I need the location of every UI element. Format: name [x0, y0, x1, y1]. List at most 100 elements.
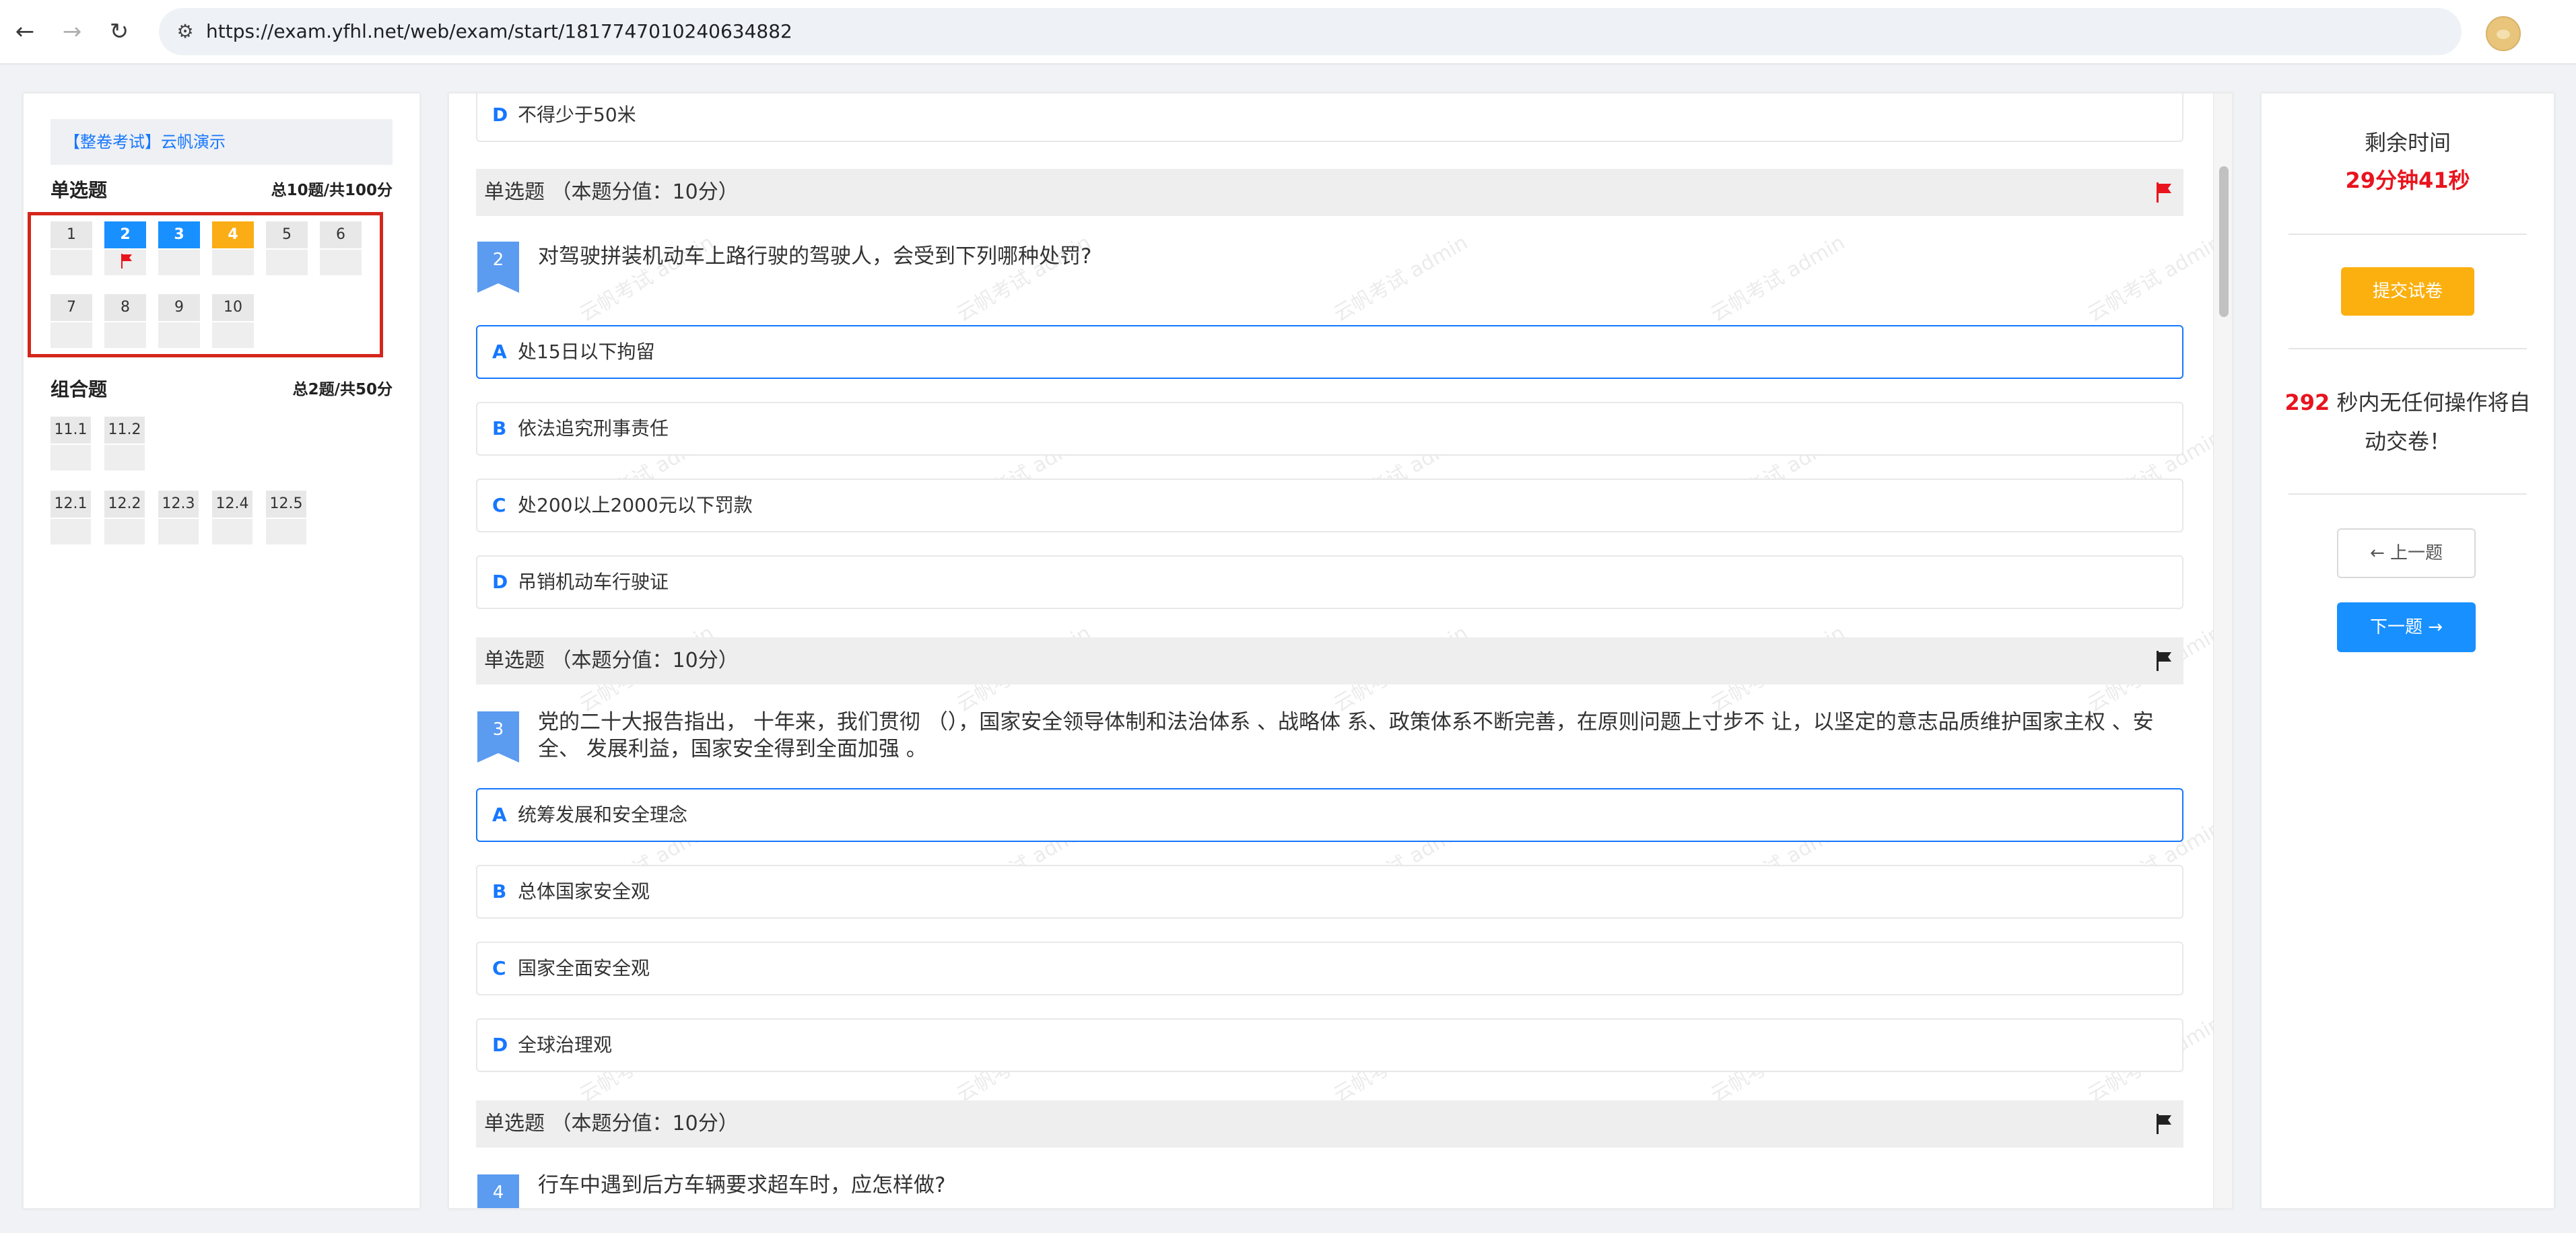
combo-section-title: 组合题 [50, 378, 108, 400]
idle-seconds: 292 [2284, 390, 2330, 415]
option-q2-c[interactable]: C 处200以上2000元以下罚款 [476, 479, 2183, 532]
option-q2-b[interactable]: B 依法追究刑事责任 [476, 402, 2183, 456]
question-number-9[interactable]: 9 [158, 294, 200, 348]
option-text: 处15日以下拘留 [518, 341, 655, 363]
question-number-label: 12.5 [266, 491, 306, 519]
question-number-5[interactable]: 5 [266, 221, 308, 275]
question-number-label: 9 [158, 294, 200, 322]
browser-toolbar: ← → ↻ ⚙ https://exam.yfhl.net/web/exam/s… [0, 0, 2576, 65]
option-q3-b[interactable]: B 总体国家安全观 [476, 865, 2183, 919]
option-text: 国家全面安全观 [518, 957, 650, 979]
divider [2289, 348, 2527, 349]
option-q3-a[interactable]: A 统筹发展和安全理念 [476, 788, 2183, 842]
site-settings-icon[interactable]: ⚙ [168, 15, 202, 48]
question-number-label: 5 [266, 221, 308, 250]
question-number-label: 12.1 [50, 491, 91, 519]
watermark-text: 云帆考试 admin [952, 230, 1095, 327]
option-text: 处200以上2000元以下罚款 [518, 494, 753, 516]
question-number-12-3[interactable]: 12.3 [158, 491, 199, 544]
option-q3-c[interactable]: C 国家全面安全观 [476, 942, 2183, 995]
address-bar[interactable]: ⚙ https://exam.yfhl.net/web/exam/start/1… [159, 8, 2462, 55]
scrollbar-thumb[interactable] [2219, 166, 2229, 317]
watermark-text: 云帆考试 admin [1706, 230, 1850, 327]
question-header-3: 单选题 （本题分值：10分） [476, 637, 2183, 684]
question-number-badge-3: 3 [477, 711, 519, 763]
scrollbar[interactable] [2213, 94, 2232, 1208]
question-number-11-1[interactable]: 11.1 [50, 417, 91, 470]
question-number-11-2[interactable]: 11.2 [104, 417, 145, 470]
question-type-label: 单选题 （本题分值：10分） [484, 1112, 739, 1135]
question-number-10[interactable]: 10 [212, 294, 254, 348]
question-number-label: 2 [104, 221, 146, 250]
option-letter: A [492, 341, 507, 363]
question-number-12-2[interactable]: 12.2 [104, 491, 145, 544]
question-number-badge-4: 4 [477, 1174, 519, 1208]
question-number-label: 7 [50, 294, 92, 322]
question-number-1[interactable]: 1 [50, 221, 92, 275]
previous-question-button[interactable]: ← 上一题 [2337, 528, 2476, 578]
question-number-label: 11.2 [104, 417, 145, 445]
option-q3-d[interactable]: D 全球治理观 [476, 1018, 2183, 1072]
option-text: 吊销机动车行驶证 [518, 571, 669, 593]
remaining-time-label: 剩余时间 [2364, 130, 2451, 155]
divider [2289, 493, 2527, 495]
divider [2289, 234, 2527, 235]
question-number-6[interactable]: 6 [320, 221, 362, 275]
question-header-2: 单选题 （本题分值：10分） [476, 169, 2183, 216]
flag-icon[interactable] [2155, 1114, 2173, 1134]
question-number-label: 1 [50, 221, 92, 250]
question-number-badge-2: 2 [477, 242, 519, 293]
idle-notice-text: 秒内无任何操作将自动交卷！ [2330, 390, 2531, 454]
question-stem-3: 党的二十大报告指出， 十年来，我们贯彻 （），国家安全领导体制和法治体系 、战略… [538, 710, 2154, 761]
question-content-panel: 云帆考试 admin 云帆考试 admin 云帆考试 admin 云帆考试 admin… [448, 93, 2233, 1209]
option-text: 总体国家安全观 [518, 880, 650, 903]
option-letter: D [492, 571, 508, 593]
question-number-7[interactable]: 7 [50, 294, 92, 348]
exam-control-panel: 剩余时间 29分钟41秒 提交试卷 292 秒内无任何操作将自动交卷！ ← 上一… [2261, 93, 2554, 1209]
option-q2-a[interactable]: A 处15日以下拘留 [476, 325, 2183, 379]
question-number-label: 6 [320, 221, 362, 250]
question-number-label: 12.4 [212, 491, 252, 519]
next-question-button[interactable]: 下一题 → [2337, 602, 2476, 652]
option-letter: D [492, 1034, 508, 1056]
flag-icon[interactable] [2155, 182, 2173, 203]
question-number-4[interactable]: 4 [212, 221, 254, 275]
option-letter: A [492, 804, 507, 826]
submit-exam-button[interactable]: 提交试卷 [2341, 267, 2474, 316]
question-number-8[interactable]: 8 [104, 294, 146, 348]
question-number-label: 11.1 [50, 417, 91, 445]
combo-summary: 总2题/共50分 [292, 381, 393, 398]
exam-title: 【整卷考试】云帆演示 [50, 119, 393, 165]
question-number-label: 10 [212, 294, 254, 322]
url-text[interactable]: https://exam.yfhl.net/web/exam/start/181… [206, 8, 792, 55]
option-q1-d[interactable]: D 不得少于50米 [476, 94, 2183, 142]
watermark-text: 云帆考试 admin [1329, 230, 1472, 327]
question-type-label: 单选题 （本题分值：10分） [484, 649, 739, 672]
option-letter: B [492, 417, 507, 439]
question-number-label: 3 [158, 221, 200, 250]
watermark-text: 云帆考试 admin [575, 230, 718, 327]
question-number-12-5[interactable]: 12.5 [266, 491, 306, 544]
flag-icon [121, 254, 132, 269]
option-text: 全球治理观 [518, 1034, 613, 1056]
question-navigator-panel: 【整卷考试】云帆演示 单选题 总10题/共100分 组合题 总2题/共50分 1… [23, 93, 420, 1209]
question-header-4: 单选题 （本题分值：10分） [476, 1100, 2183, 1148]
back-arrow-icon[interactable]: ← [8, 15, 42, 48]
forward-arrow-icon[interactable]: → [55, 15, 89, 48]
question-stem-2: 对驾驶拼装机动车上路行驶的驾驶人，会受到下列哪种处罚? [538, 244, 1092, 269]
option-text: 统筹发展和安全理念 [518, 804, 688, 826]
question-number-12-4[interactable]: 12.4 [212, 491, 252, 544]
question-number-label: 12.3 [158, 491, 199, 519]
reload-icon[interactable]: ↻ [102, 15, 136, 48]
option-q2-d[interactable]: D 吊销机动车行驶证 [476, 555, 2183, 609]
option-letter: C [492, 494, 506, 516]
question-number-3[interactable]: 3 [158, 221, 200, 275]
question-number-label: 4 [212, 221, 254, 250]
profile-avatar[interactable] [2486, 16, 2521, 51]
option-letter: C [492, 957, 506, 979]
single-choice-summary: 总10题/共100分 [271, 182, 393, 199]
flag-icon[interactable] [2155, 651, 2173, 671]
question-type-label: 单选题 （本题分值：10分） [484, 180, 739, 204]
question-number-2[interactable]: 2 [104, 221, 146, 275]
question-number-12-1[interactable]: 12.1 [50, 491, 91, 544]
